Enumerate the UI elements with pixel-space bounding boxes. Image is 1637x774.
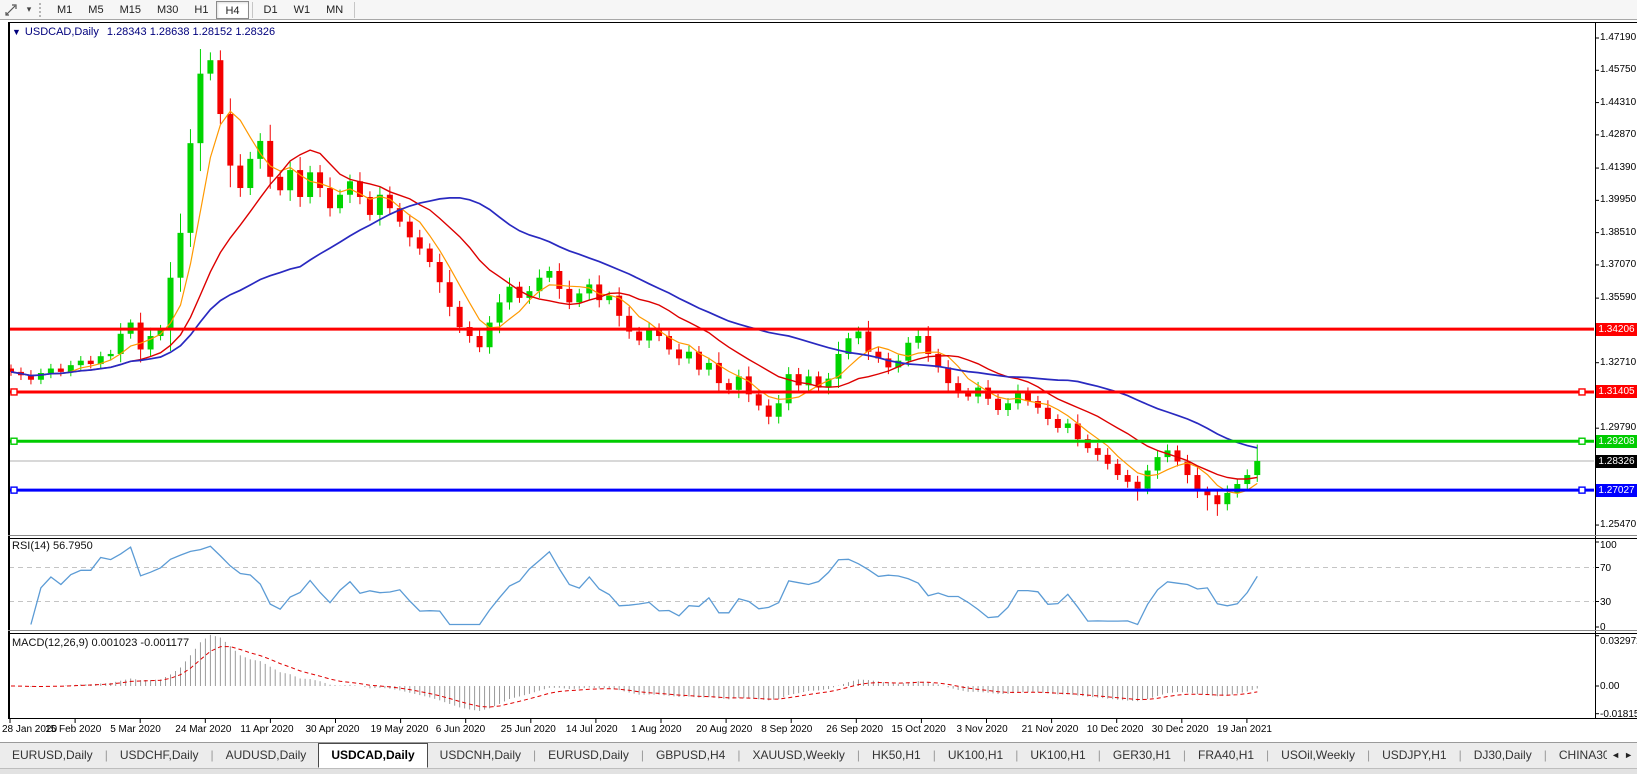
hline-1.27027[interactable] <box>9 486 1594 494</box>
symbol-tab-USDJPY-H1[interactable]: USDJPY,H1 <box>1370 744 1458 768</box>
date-axis-label: 15 Feb 2020 <box>45 724 102 735</box>
application-window: ▾ M1 M5 M15 M30 H1 H4 D1 W1 MN ▼ USDCAD,Daily 1.28… <box>0 0 1637 774</box>
price-axis-label: 1.37070 <box>1600 258 1637 270</box>
date-axis-label: 5 Mar 2020 <box>110 724 161 735</box>
chart-symbol-label: USDCAD,Daily <box>24 26 99 38</box>
ma-line-13 <box>10 149 1258 480</box>
candlestick-series[interactable] <box>8 48 1261 516</box>
price-axis-label: 1.29790 <box>1600 422 1637 434</box>
date-axis-label: 1 Aug 2020 <box>631 724 682 735</box>
symbol-tab-USOil-Weekly[interactable]: USOil,Weekly <box>1269 744 1367 768</box>
hline-1.29208[interactable] <box>9 437 1594 445</box>
bottom-strip <box>0 768 1637 774</box>
symbol-tab-AUDUSD-Daily[interactable]: AUDUSD,Daily <box>214 744 319 768</box>
timeframe-button-M15[interactable]: M15 <box>112 1 149 19</box>
symbol-tab-USDCAD-Daily[interactable]: USDCAD,Daily <box>318 743 428 768</box>
ma-line-30 <box>10 196 1258 449</box>
indicator-axis-label: 30 <box>1600 596 1612 608</box>
date-axis-label: 20 Aug 2020 <box>696 724 753 735</box>
date-axis-label: 19 Jan 2021 <box>1216 724 1272 735</box>
indicator-axis-label: 70 <box>1600 562 1612 574</box>
price-axis-label: 1.32710 <box>1600 356 1637 368</box>
date-axis-label: 11 Apr 2020 <box>240 724 294 735</box>
symbol-tab-GBPUSD-H4[interactable]: GBPUSD,H4 <box>644 744 737 768</box>
price-axis-label: 1.38510 <box>1600 226 1637 238</box>
date-axis-label: 30 Dec 2020 <box>1151 724 1209 735</box>
price-axis-label: 1.42870 <box>1600 128 1637 140</box>
indicator-axis-label: 0.032972 <box>1600 636 1637 647</box>
symbol-tab-FRA40-H1[interactable]: FRA40,H1 <box>1186 744 1266 768</box>
price-axis-label: 1.44310 <box>1600 96 1637 108</box>
timeframe-button-W1[interactable]: W1 <box>286 1 319 19</box>
symbol-tab-XAUUSD-Weekly[interactable]: XAUUSD,Weekly <box>740 744 856 768</box>
timeframe-button-H4[interactable]: H4 <box>216 0 249 19</box>
toolbar-separator <box>251 1 253 18</box>
tab-scroll-arrows: ◄ ► <box>1607 743 1637 767</box>
timeframe-button-D1[interactable]: D1 <box>256 1 286 19</box>
timeframe-button-M30[interactable]: M30 <box>149 1 186 19</box>
hline-1.31405[interactable] <box>9 388 1594 396</box>
symbol-tab-EURUSD-Daily[interactable]: EURUSD,Daily <box>0 744 105 768</box>
tab-scroll-right-icon[interactable]: ► <box>1624 750 1633 760</box>
date-axis-label: 24 Mar 2020 <box>175 724 232 735</box>
date-axis-label: 10 Dec 2020 <box>1086 724 1144 735</box>
price-axis-label: 1.35590 <box>1600 292 1637 304</box>
price-badge-1.34206: 1.34206 <box>1596 322 1637 336</box>
collapse-triangle-icon[interactable]: ▼ <box>12 27 21 37</box>
indicator-axis-label: 0.00 <box>1600 681 1620 692</box>
price-axis-label: 1.47190 <box>1600 32 1637 43</box>
timeframe-button-M5[interactable]: M5 <box>80 1 111 19</box>
date-axis-label: 8 Sep 2020 <box>761 724 813 735</box>
ma-line-5 <box>10 110 1258 495</box>
date-axis-label: 6 Jun 2020 <box>435 724 486 735</box>
rsi-line <box>30 545 1258 626</box>
indicator-axis-label: 100 <box>1600 540 1617 551</box>
toolbar-grip <box>39 2 46 17</box>
price-badge-1.28326: 1.28326 <box>1596 454 1637 468</box>
date-axis-label: 19 May 2020 <box>370 724 429 735</box>
macd-histogram <box>15 634 1258 711</box>
symbol-tab-USDCHF-Daily[interactable]: USDCHF,Daily <box>108 744 211 768</box>
price-badge-1.29208: 1.29208 <box>1596 434 1637 448</box>
price-axis-label: 1.39950 <box>1600 194 1637 206</box>
symbol-tab-EURUSD-Daily[interactable]: EURUSD,Daily <box>536 744 641 768</box>
toolbar: ▾ M1 M5 M15 M30 H1 H4 D1 W1 MN <box>0 0 1637 20</box>
date-axis-label: 3 Nov 2020 <box>956 724 1008 735</box>
date-axis-label: 21 Nov 2020 <box>1021 724 1079 735</box>
timeframe-button-MN[interactable]: MN <box>318 1 351 19</box>
symbol-tab-HK50-H1[interactable]: HK50,H1 <box>860 744 933 768</box>
price-badge-1.31405: 1.31405 <box>1596 385 1637 399</box>
toolbar-separator <box>354 1 356 18</box>
indicator-axis-label: 0 <box>1600 622 1606 633</box>
indicator-axis-label: -0.018154 <box>1600 708 1637 720</box>
date-axis-label: 14 Jul 2020 <box>565 724 618 735</box>
symbol-tab-UK100-H1[interactable]: UK100,H1 <box>936 744 1015 768</box>
cursor-tool-glyph <box>5 3 17 16</box>
date-axis-label: 26 Sep 2020 <box>826 724 884 735</box>
rsi-indicator-label: RSI(14) 56.7950 <box>12 540 93 552</box>
symbol-tab-GER30-H1[interactable]: GER30,H1 <box>1101 744 1183 768</box>
symbol-tab-UK100-H1[interactable]: UK100,H1 <box>1018 744 1097 768</box>
chart-title: ▼ USDCAD,Daily 1.28343 1.28638 1.28152 1.2… <box>12 26 275 38</box>
price-axis-label: 1.25470 <box>1600 519 1637 531</box>
symbol-tab-USDCNH-Daily[interactable]: USDCNH,Daily <box>428 744 533 768</box>
timeframe-button-M1[interactable]: M1 <box>49 1 80 19</box>
price-badge-1.27027: 1.27027 <box>1596 483 1637 497</box>
macd-indicator-label: MACD(12,26,9) 0.001023 -0.001177 <box>12 637 190 649</box>
symbol-tab-DJ30-Daily[interactable]: DJ30,Daily <box>1462 744 1544 768</box>
tab-scroll-left-icon[interactable]: ◄ <box>1611 750 1620 760</box>
date-axis-label: 25 Jun 2020 <box>500 724 556 735</box>
tool-dropdown-caret[interactable]: ▾ <box>22 4 36 15</box>
price-axis-label: 1.41390 <box>1600 162 1637 174</box>
macd-signal-line <box>10 646 1258 708</box>
symbol-tab-bar: EURUSD,Daily | USDCHF,Daily | AUDUSD,Daily US… <box>0 742 1637 768</box>
date-axis-label: 30 Apr 2020 <box>305 724 360 735</box>
timeframe-button-H1[interactable]: H1 <box>186 1 216 19</box>
chart-canvas[interactable] <box>0 0 1637 742</box>
chart-ohlc-values: 1.28343 1.28638 1.28152 1.28326 <box>106 26 276 38</box>
cursor-tool-icon[interactable] <box>0 1 22 19</box>
timeframe-button-group: M1 M5 M15 M30 H1 H4 D1 W1 MN <box>49 0 358 19</box>
date-axis-label: 15 Oct 2020 <box>891 724 946 735</box>
price-axis-label: 1.45750 <box>1600 64 1637 76</box>
